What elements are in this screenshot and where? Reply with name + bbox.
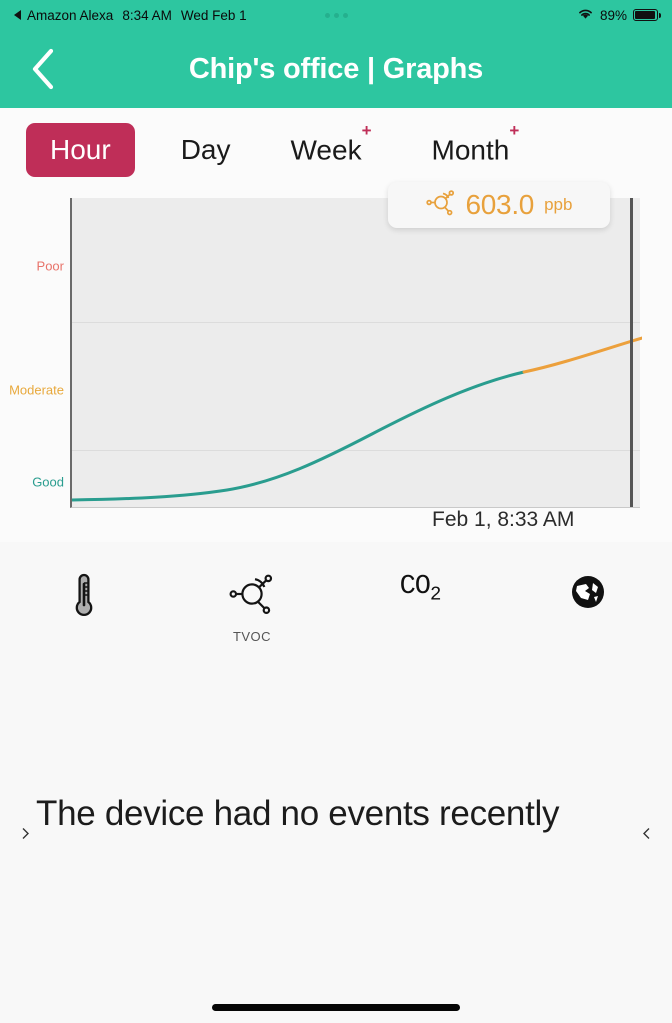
tab-month-label: Month [431,134,510,166]
sensor-co2[interactable]: CO2 [336,556,504,605]
carousel-right-arrow-icon[interactable] [643,828,650,843]
y-label-poor: Poor [36,258,64,274]
sensor-air-quality[interactable] [504,556,672,617]
tooltip-unit: ppb [544,195,573,214]
events-carousel: The device had no events recently [0,720,672,950]
status-bar-right: 89% [577,7,662,23]
tab-day[interactable]: Day [179,124,233,176]
sensor-tvoc[interactable]: TVOC [168,556,336,644]
tab-week-plus-badge: + [361,121,372,141]
back-button[interactable] [26,48,60,90]
tab-day-label: Day [180,134,231,165]
tvoc-molecule-icon [228,572,276,623]
battery-percent: 89% [599,7,627,23]
tab-hour[interactable]: Hour [26,123,135,177]
status-date: Wed Feb 1 [180,7,247,23]
chart-time-label: Feb 1, 8:33 AM [432,508,575,531]
chart-cursor-line[interactable] [630,198,633,507]
tab-hour-label: Hour [50,134,111,165]
sensor-temperature[interactable] [0,556,168,625]
events-empty-message: The device had no events recently [36,794,560,833]
range-tab-bar: Hour Day Week+ Month+ [0,108,672,192]
tab-month-plus-badge: + [509,121,520,141]
tab-month[interactable]: Month+ [430,121,522,176]
chart-plot-area[interactable] [70,198,642,508]
y-label-moderate: Moderate [9,382,64,398]
chart-series-tvoc [72,336,642,502]
wifi-icon [577,7,594,23]
home-indicator[interactable] [212,1004,460,1011]
status-time: 8:34 AM [122,7,172,23]
app-screen: Amazon Alexa 8:34 AM Wed Feb 1 89% Chip'… [0,0,672,1023]
sensor-tvoc-label: TVOC [232,629,272,644]
status-bar: Amazon Alexa 8:34 AM Wed Feb 1 89% [0,0,672,30]
status-bar-left[interactable]: Amazon Alexa 8:34 AM Wed Feb 1 [14,8,247,23]
dots-icon [324,12,348,18]
app-header: Chip's office | Graphs [0,30,672,108]
co2-text: CO [399,572,431,602]
y-label-good: Good [32,474,64,490]
chevron-left-icon [30,48,56,90]
co2-subscript: 2 [430,583,441,606]
sensor-selector-row: TVOC CO2 [0,556,672,646]
tvoc-molecule-icon [425,189,456,222]
carousel-left-arrow-icon[interactable] [22,828,29,843]
battery-icon [633,9,662,21]
status-back-arrow-icon[interactable] [14,10,21,20]
chart-container[interactable]: Poor Moderate Good Feb 1, 8:33 AM [0,192,672,542]
status-back-app-label[interactable]: Amazon Alexa [27,8,113,23]
reading-tooltip-card: 603.0 ppb [388,182,610,228]
page-title: Chip's office | Graphs [188,52,484,85]
tab-week-label: Week [290,134,362,166]
chart-y-axis-labels: Poor Moderate Good [0,198,64,508]
globe-icon [568,572,608,617]
tooltip-value: 603.0 [465,189,535,220]
tab-week[interactable]: Week+ [289,121,374,176]
co2-icon: CO2 [399,572,442,606]
thermometer-icon [72,572,96,625]
